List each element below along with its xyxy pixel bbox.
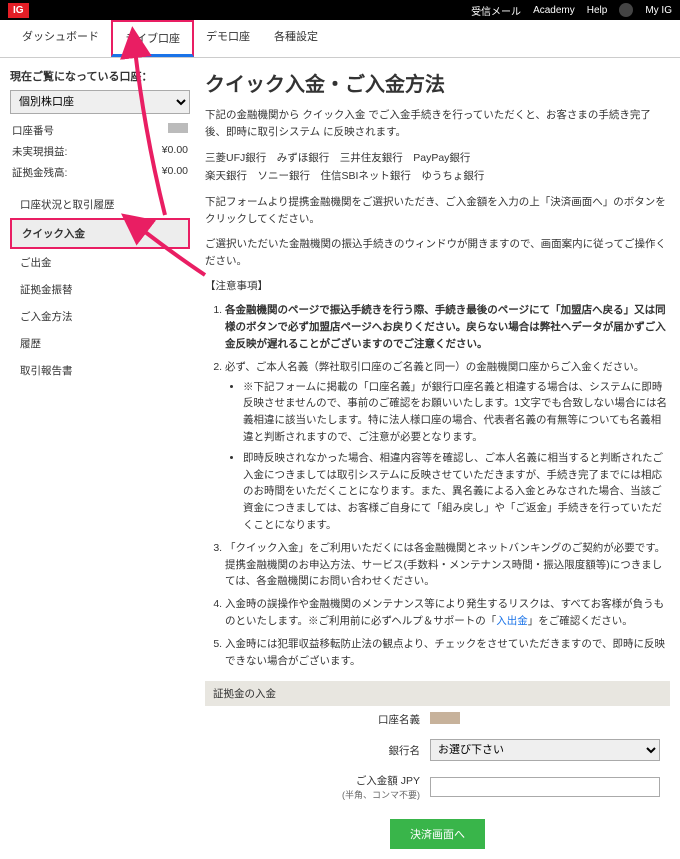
row-bank: 銀行名 お選び下さい (205, 733, 670, 767)
intro-1: 下記の金融機関から クイック入金 でご入金手続きを行っていただくと、お客さまの手… (205, 107, 670, 141)
menu-deposit-method[interactable]: ご入金方法 (10, 303, 190, 330)
intro-2: 下記フォームより提携金融機関をご選択いただき、ご入金額を入力の上「決済画面へ」の… (205, 194, 670, 228)
top-link-academy[interactable]: Academy (533, 5, 575, 16)
nav-demo-account[interactable]: デモ口座 (194, 20, 262, 57)
page-title: クイック入金・ご入金方法 (205, 68, 670, 97)
row-amount: ご入金額 JPY (半角、コンマ不要) (205, 767, 670, 807)
info-unrealized-pl: 未実現損益: ¥0.00 (10, 141, 190, 162)
nav-live-account[interactable]: ライブ口座 (111, 20, 194, 57)
main-content: クイック入金・ご入金方法 下記の金融機関から クイック入金 でご入金手続きを行っ… (205, 68, 670, 849)
menu-history[interactable]: 口座状況と取引履歴 (10, 191, 190, 218)
masked-value (168, 123, 188, 133)
amount-input[interactable] (430, 777, 660, 797)
note-3: 「クイック入金」をご利用いただくには各金融機関とネットバンキングのご契約が必要で… (225, 540, 670, 590)
notes-title: 【注意事項】 (205, 278, 670, 295)
sidebar: 現在ご覧になっている口座： 個別株口座 口座番号 未実現損益: ¥0.00 証拠… (10, 68, 190, 849)
note-2: 必ず、ご本人名義（弊社取引口座のご名義と同一）の金融機関口座からご入金ください。… (225, 359, 670, 534)
top-link-mail[interactable]: 受信メール (471, 3, 521, 18)
logo: IG (8, 3, 29, 18)
note-5: 入金時には犯罪収益移転防止法の観点より、チェックをさせていただきますので、即時に… (225, 636, 670, 670)
note-1: 各金融機関のページで振込手続きを行う際、手続き最後のページにて「加盟店へ戻る」又… (225, 302, 670, 352)
label-amount: ご入金額 JPY (半角、コンマ不要) (290, 773, 420, 801)
label-account-name: 口座名義 (290, 712, 420, 727)
menu-quick-deposit[interactable]: クイック入金 (10, 218, 190, 249)
info-margin-balance: 証拠金残高: ¥0.00 (10, 162, 190, 183)
nav-dashboard[interactable]: ダッシュボード (10, 20, 111, 57)
side-menu: 口座状況と取引履歴 クイック入金 ご出金 証拠金振替 ご入金方法 履歴 取引報告… (10, 191, 190, 384)
account-name-value (430, 712, 460, 724)
info-account-number: 口座番号 (10, 120, 190, 141)
user-menu[interactable]: My IG (645, 5, 672, 16)
sidebar-title: 現在ご覧になっている口座： (10, 68, 190, 84)
user-icon[interactable] (619, 3, 633, 17)
note-4: 入金時の誤操作や金融機関のメンテナンス等により発生するリスクは、すべてお客様が負… (225, 596, 670, 630)
submit-button[interactable]: 決済画面へ (390, 819, 485, 849)
navbar: ダッシュボード ライブ口座 デモ口座 各種設定 (0, 20, 680, 58)
top-link-help[interactable]: Help (587, 5, 608, 16)
row-account-name: 口座名義 (205, 706, 670, 733)
menu-trade-report[interactable]: 取引報告書 (10, 357, 190, 384)
intro-3: ご選択いただいた金融機関の振込手続きのウィンドウが開きますので、画面案内に従って… (205, 236, 670, 270)
notes-list: 各金融機関のページで振込手続きを行う際、手続き最後のページにて「加盟店へ戻る」又… (205, 302, 670, 669)
bank-select[interactable]: お選び下さい (430, 739, 660, 761)
nav-settings[interactable]: 各種設定 (262, 20, 330, 57)
deposit-section-header: 証拠金の入金 (205, 681, 670, 706)
account-select[interactable]: 個別株口座 (10, 90, 190, 114)
topbar: IG 受信メール Academy Help My IG (0, 0, 680, 20)
menu-margin-transfer[interactable]: 証拠金振替 (10, 276, 190, 303)
label-bank: 銀行名 (290, 743, 420, 758)
menu-withdrawal[interactable]: ご出金 (10, 249, 190, 276)
bank-list: 三菱UFJ銀行 みずほ銀行 三井住友銀行 PayPay銀行 楽天銀行 ソニー銀行… (205, 149, 670, 187)
menu-log[interactable]: 履歴 (10, 330, 190, 357)
